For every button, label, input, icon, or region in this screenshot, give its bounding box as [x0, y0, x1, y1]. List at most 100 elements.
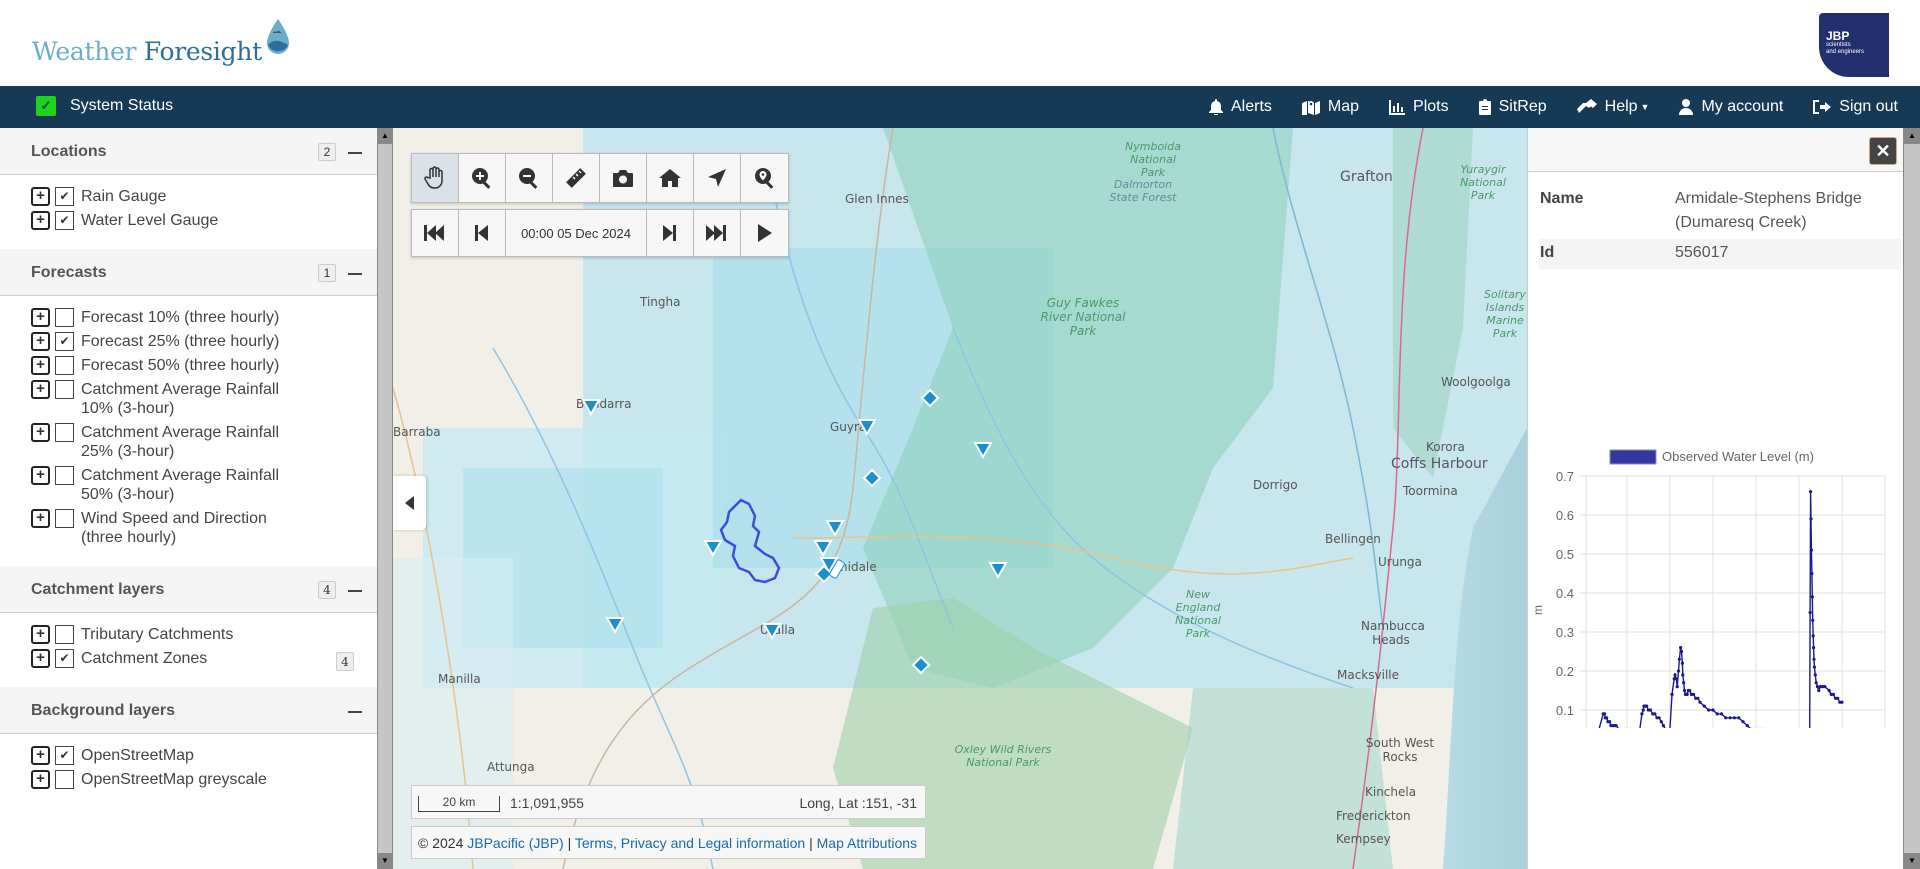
user-icon [1679, 99, 1694, 115]
next-step-button[interactable] [647, 210, 694, 256]
expand-plus-icon[interactable]: + [31, 423, 50, 442]
map-view[interactable]: Glen Innes Tingha Bundarra Guyra Barraba… [393, 128, 1527, 869]
geolocate-button[interactable] [694, 154, 741, 202]
layer-checkbox[interactable] [55, 308, 74, 327]
search-location-button[interactable] [741, 154, 788, 202]
water-level-gauge-marker[interactable] [813, 540, 833, 558]
scale-ratio: 1:1,091,955 [510, 795, 584, 811]
sidebar-scrollbar[interactable]: ▲ ▼ [377, 128, 393, 869]
expand-plus-icon[interactable]: + [31, 380, 50, 399]
layer-item: + Catchment Average Rainfall 50% (3-hour… [0, 466, 377, 504]
jbpacific-link[interactable]: JBPacific (JBP) [467, 835, 563, 851]
collapse-minus-icon[interactable] [348, 273, 362, 275]
measure-button[interactable] [553, 154, 600, 202]
layer-checkbox[interactable] [55, 356, 74, 375]
nav-sitrep[interactable]: SitRep [1478, 98, 1547, 116]
location-info-table: Name Armidale-Stephens Bridge (Dumaresq … [1539, 185, 1901, 269]
expand-plus-icon[interactable]: + [31, 625, 50, 644]
water-level-gauge-marker[interactable] [762, 623, 782, 641]
nav-help[interactable]: Help ▼ [1576, 98, 1649, 116]
nav-my-account[interactable]: My account [1679, 98, 1783, 116]
section-background-header[interactable]: Background layers [0, 687, 377, 734]
expand-plus-icon[interactable]: + [31, 770, 50, 789]
layer-label: Forecast 10% (three hourly) [81, 309, 280, 326]
last-step-button[interactable] [694, 210, 741, 256]
layer-checkbox[interactable] [55, 466, 74, 485]
collapse-minus-icon[interactable] [348, 590, 362, 592]
y-tick-label: 0.4 [1556, 586, 1574, 601]
logo-word-weather: Weather [32, 37, 137, 66]
play-icon [757, 224, 772, 242]
close-panel-button[interactable]: ✕ [1869, 137, 1897, 165]
water-level-gauge-marker[interactable] [857, 419, 877, 437]
panel-scrollbar[interactable]: ▲ ▼ [1903, 128, 1920, 869]
layer-checkbox[interactable]: ✔ [55, 332, 74, 351]
close-icon: ✕ [1875, 140, 1891, 161]
section-count-badge: 2 [318, 143, 336, 161]
layer-checkbox[interactable] [55, 509, 74, 528]
expand-plus-icon[interactable]: + [31, 187, 50, 206]
nav-map[interactable]: Map [1301, 98, 1359, 116]
step-forward-icon [663, 225, 676, 241]
expand-plus-icon[interactable]: + [31, 356, 50, 375]
previous-step-button[interactable] [459, 210, 506, 256]
map-attributions-link[interactable]: Map Attributions [817, 835, 917, 851]
expand-plus-icon[interactable]: + [31, 509, 50, 528]
section-forecasts-header[interactable]: Forecasts 1 [0, 249, 377, 296]
nav-alerts[interactable]: Alerts [1209, 98, 1272, 116]
collapse-minus-icon[interactable] [348, 152, 362, 154]
collapse-minus-icon[interactable] [348, 711, 362, 713]
chart-legend[interactable]: Observed Water Level (m) [1609, 449, 1814, 465]
toggle-sidebar-button[interactable] [393, 476, 426, 530]
layer-checkbox[interactable] [55, 423, 74, 442]
layer-checkbox[interactable]: ✔ [55, 746, 74, 765]
nav-sign-out[interactable]: Sign out [1813, 98, 1898, 116]
layer-checkbox[interactable]: ✔ [55, 649, 74, 668]
home-extent-button[interactable] [647, 154, 694, 202]
system-status[interactable]: ✓ System Status [36, 96, 173, 116]
water-level-gauge-marker[interactable] [703, 540, 723, 558]
expand-plus-icon[interactable]: + [31, 466, 50, 485]
layer-checkbox[interactable]: ✔ [55, 211, 74, 230]
first-step-button[interactable] [412, 210, 459, 256]
expand-plus-icon[interactable]: + [31, 649, 50, 668]
water-level-gauge-marker[interactable] [973, 442, 993, 460]
expand-plus-icon[interactable]: + [31, 211, 50, 230]
scroll-up-arrow-icon[interactable]: ▲ [378, 128, 392, 144]
details-panel-header: ✕ [1528, 128, 1903, 172]
section-catchment-header[interactable]: Catchment layers 4 [0, 566, 377, 613]
layer-item: + Forecast 50% (three hourly) [0, 356, 377, 375]
water-level-gauge-marker[interactable] [988, 562, 1008, 580]
layer-checkbox[interactable]: ✔ [55, 187, 74, 206]
zoom-out-button[interactable] [506, 154, 553, 202]
scroll-up-arrow-icon[interactable]: ▲ [1904, 128, 1920, 144]
terms-link[interactable]: Terms, Privacy and Legal information [575, 835, 805, 851]
water-level-gauge-marker[interactable] [825, 520, 845, 538]
layer-checkbox[interactable] [55, 625, 74, 644]
section-locations-header[interactable]: Locations 2 [0, 128, 377, 175]
pan-tool-button[interactable] [412, 154, 459, 202]
weather-foresight-logo[interactable]: Weather Foresight [32, 18, 292, 66]
zoom-in-button[interactable] [459, 154, 506, 202]
attribution-bar: © 2024 JBPacific (JBP) | Terms, Privacy … [411, 826, 926, 859]
logo-text: Weather Foresight [32, 37, 262, 66]
rain-gauge-marker[interactable] [920, 388, 940, 408]
expand-plus-icon[interactable]: + [31, 308, 50, 327]
expand-plus-icon[interactable]: + [31, 332, 50, 351]
sign-out-icon [1813, 100, 1832, 114]
layer-checkbox[interactable] [55, 770, 74, 789]
section-count-badge: 1 [318, 264, 336, 282]
expand-plus-icon[interactable]: + [31, 746, 50, 765]
water-level-gauge-marker[interactable] [581, 399, 601, 417]
rain-gauge-marker[interactable] [911, 655, 931, 675]
nav-plots[interactable]: Plots [1389, 98, 1449, 116]
data-point [1641, 708, 1645, 712]
data-point [1673, 673, 1677, 677]
water-level-gauge-marker[interactable] [605, 617, 625, 635]
play-button[interactable] [741, 210, 788, 256]
layer-checkbox[interactable] [55, 380, 74, 399]
scroll-down-arrow-icon[interactable]: ▼ [378, 853, 392, 869]
scroll-down-arrow-icon[interactable]: ▼ [1904, 853, 1920, 869]
rain-gauge-marker[interactable] [862, 468, 882, 488]
screenshot-button[interactable] [600, 154, 647, 202]
